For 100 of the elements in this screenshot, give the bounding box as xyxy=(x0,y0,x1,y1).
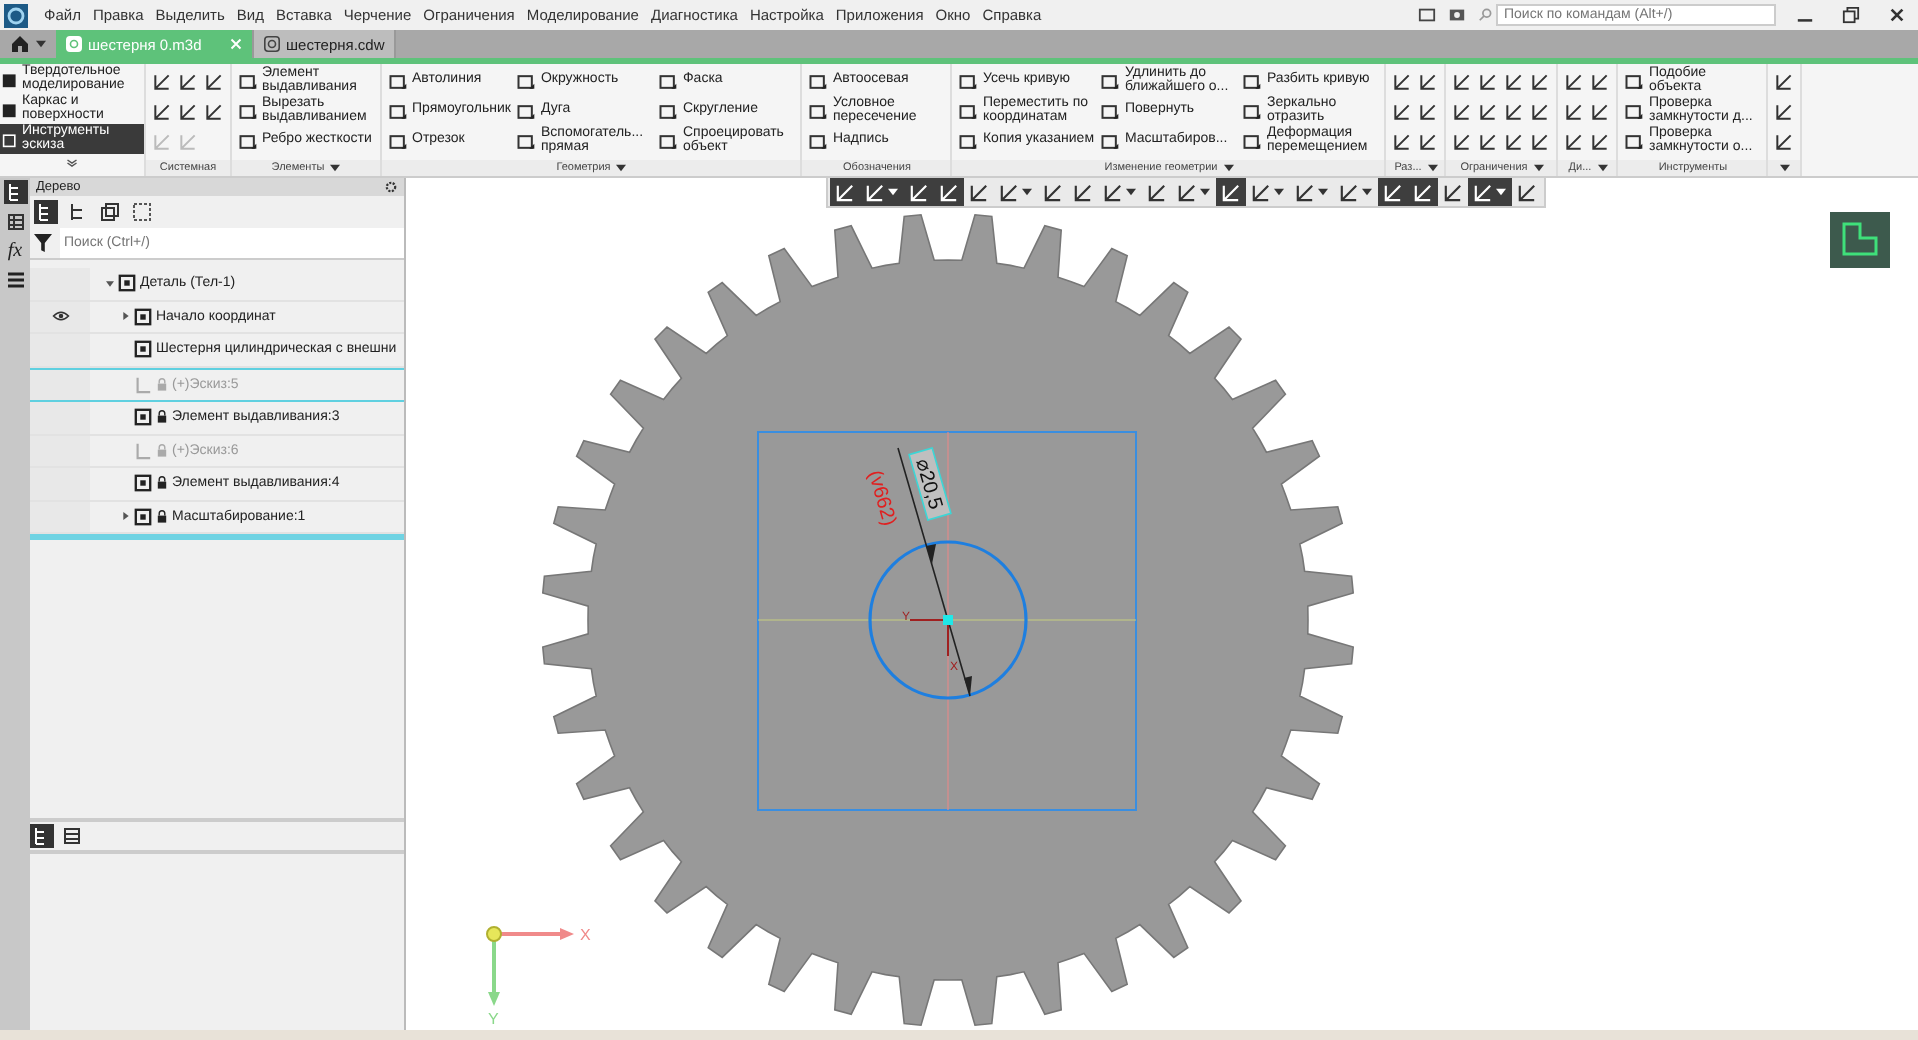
settings-icon[interactable] xyxy=(384,180,398,194)
expand-arrow-icon[interactable] xyxy=(122,312,130,321)
tool-icon[interactable] xyxy=(1452,101,1473,121)
tool-icon[interactable] xyxy=(1418,71,1439,91)
eye-icon[interactable] xyxy=(51,310,69,323)
tool-icon xyxy=(658,131,679,151)
table-icon[interactable] xyxy=(60,824,84,848)
tool-icon[interactable] xyxy=(1564,131,1585,151)
tool-icon[interactable] xyxy=(1452,131,1473,151)
expand-icon[interactable] xyxy=(66,158,78,168)
tool-icon[interactable] xyxy=(178,101,198,121)
caret-icon[interactable] xyxy=(1318,188,1328,196)
view-tool-button[interactable] xyxy=(1378,178,1408,206)
tool-icon[interactable] xyxy=(1504,101,1525,121)
tool-icon[interactable] xyxy=(1590,131,1611,151)
caret-icon[interactable] xyxy=(1597,164,1608,172)
selection-icon[interactable] xyxy=(130,200,154,224)
caret-icon[interactable] xyxy=(1427,164,1438,172)
tool-icon[interactable] xyxy=(1774,71,1795,91)
tool-icon xyxy=(388,71,408,91)
close-icon[interactable] xyxy=(1888,6,1906,24)
tool-icon[interactable] xyxy=(1590,71,1611,91)
layers-icon[interactable] xyxy=(98,200,122,224)
caret-icon[interactable] xyxy=(330,164,341,172)
table-icon[interactable] xyxy=(3,210,27,234)
view-tool-button[interactable] xyxy=(934,178,964,206)
tool-icon[interactable] xyxy=(1504,71,1525,91)
home-icon[interactable] xyxy=(10,34,30,54)
tree-icon[interactable] xyxy=(3,180,27,204)
tool-icon[interactable] xyxy=(1478,131,1499,151)
tool-icon[interactable] xyxy=(1564,71,1585,91)
view-tool-button[interactable] xyxy=(904,178,934,206)
filter-icon[interactable] xyxy=(34,234,52,252)
tool-icon xyxy=(516,131,537,151)
tool-icon xyxy=(958,131,979,151)
view-tool-button[interactable] xyxy=(1468,178,1512,206)
axis-label: X xyxy=(580,926,591,944)
caret-icon[interactable] xyxy=(1362,188,1372,196)
caret-icon[interactable] xyxy=(888,188,898,196)
view-tool-button[interactable] xyxy=(1216,178,1246,206)
tool-icon xyxy=(1148,183,1166,201)
tool-icon[interactable] xyxy=(1418,101,1439,121)
tool-icon[interactable] xyxy=(1478,71,1499,91)
menu-icon[interactable] xyxy=(3,268,27,292)
tool-icon[interactable] xyxy=(204,71,224,91)
tool-icon[interactable] xyxy=(1774,101,1795,121)
tool-icon[interactable] xyxy=(1452,71,1473,91)
tool-icon[interactable] xyxy=(1530,131,1551,151)
expand-arrow-icon[interactable] xyxy=(122,512,130,521)
tool-icon[interactable] xyxy=(1564,101,1585,121)
tool-icon xyxy=(1384,183,1402,201)
tool-icon xyxy=(1252,183,1270,201)
tool-icon[interactable] xyxy=(152,101,172,121)
tool-icon xyxy=(1242,101,1263,121)
tool-icon xyxy=(808,71,829,91)
tool-icon xyxy=(1222,183,1240,201)
tool-icon[interactable] xyxy=(204,101,224,121)
x-axis-arrow xyxy=(500,928,574,940)
tool-icon[interactable] xyxy=(152,71,172,91)
caret-icon[interactable] xyxy=(1274,188,1284,196)
caret-icon[interactable] xyxy=(1223,164,1234,172)
tool-icon[interactable] xyxy=(1392,131,1413,151)
tool-icon[interactable] xyxy=(1590,101,1611,121)
tool-icon[interactable] xyxy=(1504,131,1525,151)
caret-icon[interactable] xyxy=(1779,164,1790,172)
tool-icon xyxy=(1104,183,1122,201)
caret-icon[interactable] xyxy=(616,164,627,172)
view-tool-button[interactable] xyxy=(830,178,860,206)
tool-icon xyxy=(1624,101,1645,121)
caret-icon[interactable] xyxy=(1200,188,1210,196)
tool-icon[interactable] xyxy=(1418,131,1439,151)
tool-icon[interactable] xyxy=(1530,71,1551,91)
caret-icon[interactable] xyxy=(1496,188,1506,196)
tree-icon[interactable] xyxy=(30,824,54,848)
sketch-mode-icon[interactable] xyxy=(1830,212,1890,268)
tool-icon xyxy=(1100,131,1121,151)
caret-icon[interactable] xyxy=(1126,188,1136,196)
search-icon xyxy=(1478,8,1492,22)
tree-icon[interactable] xyxy=(34,200,58,224)
caret-icon[interactable] xyxy=(1533,164,1544,172)
app-logo-icon[interactable] xyxy=(4,3,28,27)
caret-icon[interactable] xyxy=(1022,188,1032,196)
view-tool-button[interactable] xyxy=(860,178,904,206)
tool-icon[interactable] xyxy=(1478,101,1499,121)
tool-icon[interactable] xyxy=(1392,101,1413,121)
tool-icon xyxy=(1000,183,1018,201)
restore-icon[interactable] xyxy=(1842,6,1860,24)
view-tool-button[interactable] xyxy=(1408,178,1438,206)
expand-arrow-icon[interactable] xyxy=(106,279,114,288)
tool-icon[interactable] xyxy=(1392,71,1413,91)
variables-tab[interactable]: fx xyxy=(7,240,23,262)
tool-icon xyxy=(1414,183,1432,201)
tool-icon[interactable] xyxy=(1774,131,1795,151)
caret-icon[interactable] xyxy=(36,40,46,48)
dimension-value[interactable]: ⌀20,5 xyxy=(910,457,946,513)
tool-icon[interactable] xyxy=(1530,101,1551,121)
camera-icon[interactable] xyxy=(1448,6,1466,24)
tool-icon xyxy=(658,71,679,91)
tool-icon[interactable] xyxy=(178,71,198,91)
window-layout-icon[interactable] xyxy=(1418,6,1436,24)
